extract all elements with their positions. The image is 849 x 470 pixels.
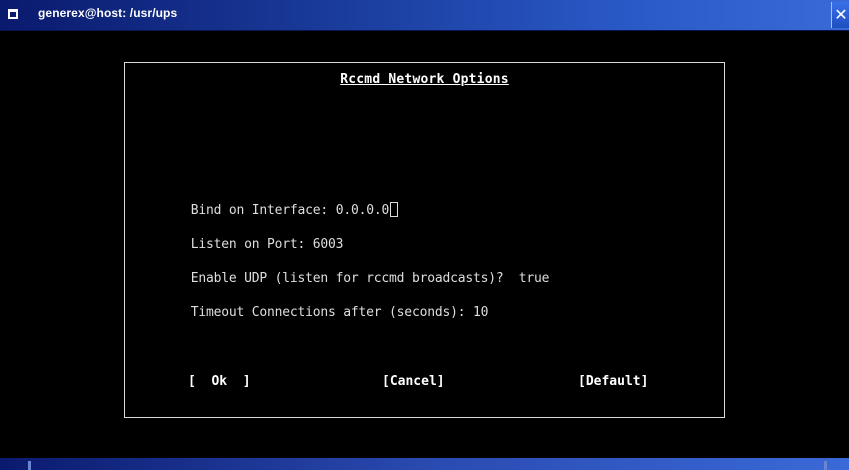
timeout-row[interactable]: Timeout Connections after (seconds): 10 (145, 290, 489, 335)
dialog-title: Rccmd Network Options (340, 72, 509, 87)
bind-interface-input[interactable]: 0.0.0.0 (336, 203, 390, 218)
listen-port-input[interactable]: 6003 (313, 237, 344, 252)
timeout-input[interactable]: 10 (473, 305, 488, 320)
cancel-button[interactable]: [Cancel] (382, 374, 445, 389)
window-title: generex@host: /usr/ups (38, 6, 178, 20)
ok-button[interactable]: [ Ok ] (188, 374, 251, 389)
enable-udp-label: Enable UDP (listen for rccmd broadcasts)… (190, 271, 519, 286)
enable-udp-toggle[interactable]: true (519, 271, 550, 286)
border-notch-left (28, 461, 31, 470)
listen-port-label: Listen on Port: (190, 237, 313, 252)
terminal-window: generex@host: /usr/ups ✕ Rccmd Network O… (0, 0, 849, 470)
rccmd-network-options-dialog: Rccmd Network Options Bind on Interface:… (124, 62, 725, 418)
title-bar[interactable]: generex@host: /usr/ups ✕ (0, 0, 849, 31)
close-icon[interactable]: ✕ (831, 2, 849, 28)
bind-interface-label: Bind on Interface: (190, 203, 336, 218)
window-menu-icon[interactable] (8, 9, 18, 19)
default-button[interactable]: [Default] (578, 374, 648, 389)
window-bottom-border (0, 458, 849, 470)
border-notch-right (824, 461, 827, 470)
timeout-label: Timeout Connections after (seconds): (190, 305, 473, 320)
text-cursor (390, 202, 399, 217)
